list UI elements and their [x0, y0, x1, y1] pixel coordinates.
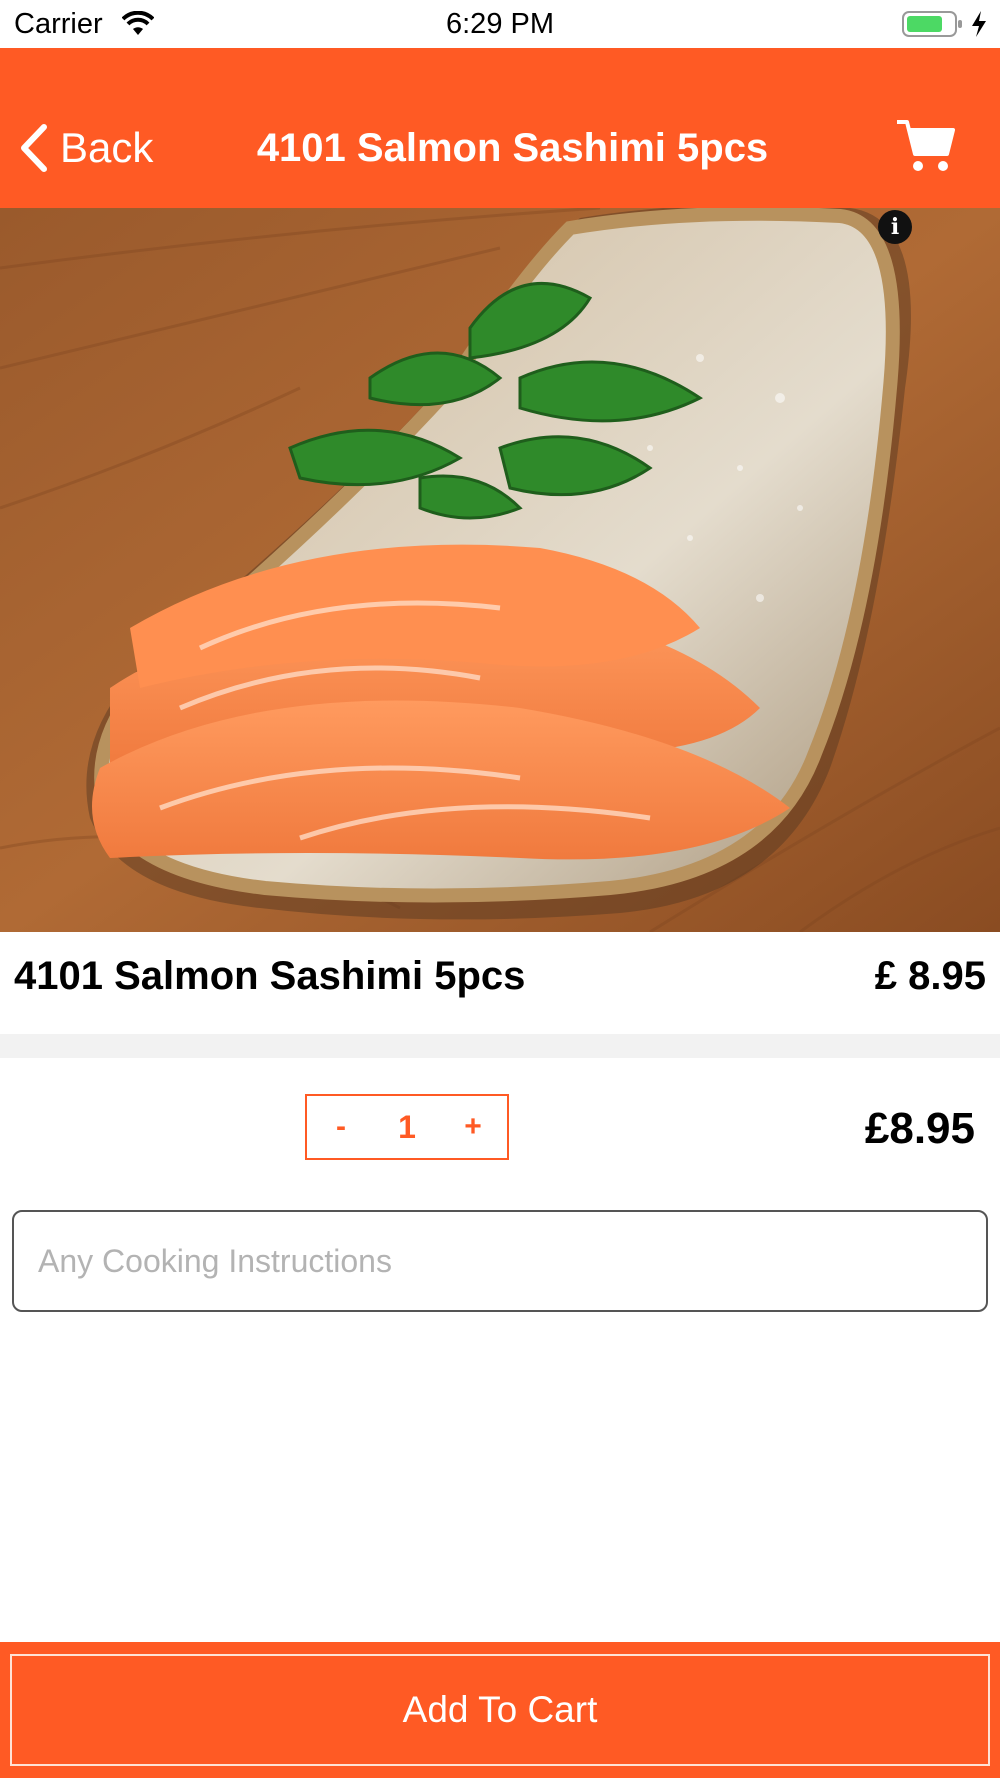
product-name: 4101 Salmon Sashimi 5pcs	[14, 954, 526, 998]
info-icon[interactable]: i	[878, 210, 912, 244]
product-header: 4101 Salmon Sashimi 5pcs £ 8.95	[0, 932, 1000, 1034]
quantity-stepper: - 1 +	[305, 1094, 509, 1160]
page-title: 4101 Salmon Sashimi 5pcs	[256, 126, 769, 170]
battery-icon	[902, 11, 962, 37]
salmon-sashimi-image	[0, 208, 1000, 932]
status-bar: Carrier 6:29 PM	[0, 0, 1000, 48]
back-button[interactable]: Back	[18, 118, 153, 178]
chevron-left-icon	[21, 124, 47, 172]
line-total: £8.95	[864, 1104, 975, 1153]
status-time: 6:29 PM	[446, 8, 554, 40]
quantity-value: 1	[398, 1108, 416, 1145]
charging-bolt-icon	[972, 11, 986, 37]
cart-icon[interactable]	[895, 114, 957, 176]
decrease-quantity-button[interactable]: -	[307, 1110, 375, 1144]
footer-bar: Add To Cart	[0, 1642, 1000, 1778]
increase-quantity-button[interactable]: +	[439, 1110, 507, 1144]
divider	[0, 1034, 1000, 1058]
product-photo	[0, 208, 1000, 932]
nav-bar: Back 4101 Salmon Sashimi 5pcs	[0, 48, 1000, 208]
product-price: £ 8.95	[874, 954, 986, 998]
cooking-instructions-input[interactable]	[12, 1210, 988, 1312]
back-label: Back	[60, 124, 154, 171]
add-to-cart-button[interactable]: Add To Cart	[10, 1654, 990, 1766]
